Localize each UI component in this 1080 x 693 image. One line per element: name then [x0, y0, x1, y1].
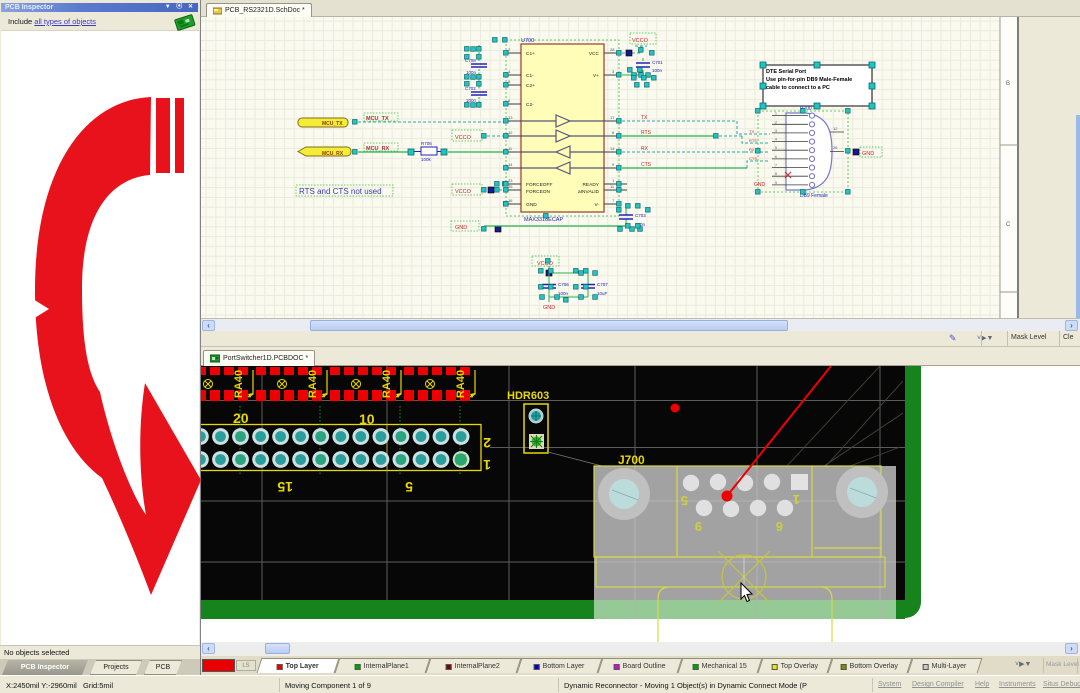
svg-text:VCC: VCC — [589, 51, 600, 57]
svg-text:FORCEON: FORCEON — [526, 189, 551, 195]
svg-text:RX: RX — [641, 146, 649, 152]
svg-text:4: 4 — [775, 138, 777, 142]
svg-text:RTS: RTS — [641, 130, 652, 136]
svg-text:25: 25 — [508, 184, 513, 189]
svg-text:HDR603: HDR603 — [507, 390, 549, 402]
svg-text:MCU_RX: MCU_RX — [366, 146, 390, 152]
svg-text:V-: V- — [594, 202, 599, 208]
svg-text:RA40: RA40 — [381, 370, 393, 398]
svg-text:C703: C703 — [635, 213, 646, 218]
svg-text:28: 28 — [610, 47, 615, 52]
svg-text:12: 12 — [508, 130, 513, 135]
svg-text:15: 15 — [277, 479, 293, 495]
svg-text:1: 1 — [793, 492, 800, 507]
svg-text:CTS: CTS — [749, 156, 757, 161]
svg-text:TX: TX — [749, 129, 754, 134]
svg-text:14: 14 — [508, 162, 513, 167]
svg-text:10uF: 10uF — [597, 291, 608, 296]
svg-text:2: 2 — [483, 435, 491, 451]
svg-text:9: 9 — [695, 519, 702, 534]
svg-text:10: 10 — [359, 411, 375, 427]
svg-text:MCU_TX: MCU_TX — [322, 121, 343, 127]
svg-text:9: 9 — [775, 181, 777, 185]
svg-text:B: B — [1006, 81, 1010, 87]
svg-text:FORCEOFF: FORCEOFF — [526, 182, 552, 188]
svg-text:RA40: RA40 — [233, 370, 245, 398]
svg-text:R706: R706 — [421, 141, 432, 146]
svg-text:8: 8 — [775, 172, 777, 176]
svg-text:READY: READY — [582, 182, 599, 188]
svg-text:aINVALID: aINVALID — [578, 189, 600, 195]
svg-text:VCCO: VCCO — [455, 135, 472, 141]
svg-text:26: 26 — [833, 145, 838, 150]
svg-text:RTS: RTS — [749, 138, 757, 143]
svg-text:RTS and CTS not used: RTS and CTS not used — [299, 187, 382, 196]
svg-text:5: 5 — [775, 146, 777, 150]
svg-text:J700: J700 — [618, 453, 645, 467]
svg-text:100k: 100k — [421, 157, 432, 162]
svg-text:C706: C706 — [558, 282, 569, 287]
svg-text:RX: RX — [749, 147, 755, 152]
svg-text:6: 6 — [776, 519, 783, 534]
svg-text:MCU_RX: MCU_RX — [322, 151, 344, 157]
svg-text:GND: GND — [862, 151, 874, 157]
svg-text:C1+: C1+ — [526, 51, 535, 57]
svg-text:CTS: CTS — [641, 162, 652, 168]
svg-text:13: 13 — [508, 115, 513, 120]
svg-text:TX: TX — [641, 115, 648, 121]
svg-text:7: 7 — [775, 164, 777, 168]
svg-text:C707: C707 — [597, 282, 608, 287]
svg-text:RA40: RA40 — [455, 370, 467, 398]
svg-text:GND: GND — [455, 225, 467, 231]
svg-text:C2+: C2+ — [526, 83, 535, 89]
svg-text:V+: V+ — [593, 73, 599, 79]
svg-text:U700: U700 — [521, 38, 534, 44]
svg-text:100n: 100n — [652, 68, 663, 73]
svg-text:DTE Serial Port: DTE Serial Port — [766, 69, 806, 75]
svg-text:5: 5 — [681, 493, 688, 508]
svg-text:16: 16 — [508, 198, 513, 203]
svg-text:C: C — [1006, 222, 1011, 228]
svg-text:23: 23 — [508, 178, 513, 183]
svg-text:5: 5 — [405, 479, 413, 495]
svg-text:C2-: C2- — [526, 102, 534, 108]
svg-text:C702: C702 — [465, 86, 476, 91]
svg-text:17: 17 — [610, 115, 615, 120]
svg-text:C701: C701 — [652, 60, 663, 65]
svg-text:1: 1 — [483, 457, 491, 473]
svg-text:MCU_TX: MCU_TX — [366, 116, 389, 122]
svg-text:20: 20 — [233, 410, 249, 426]
svg-text:cable to connect to a PC: cable to connect to a PC — [766, 85, 830, 91]
svg-text:C1-: C1- — [526, 73, 534, 79]
svg-text:Use pin-for-pin DB9 Male-Femal: Use pin-for-pin DB9 Male-Female — [766, 77, 852, 83]
svg-text:GND: GND — [526, 202, 537, 208]
svg-text:12: 12 — [833, 126, 838, 131]
svg-text:6: 6 — [775, 155, 777, 159]
svg-text:GND: GND — [543, 305, 555, 311]
svg-text:14: 14 — [610, 146, 615, 151]
svg-text:VCCO: VCCO — [455, 189, 472, 195]
svg-text:GND: GND — [754, 182, 766, 188]
svg-text:3: 3 — [775, 129, 777, 133]
svg-text:2: 2 — [775, 120, 777, 124]
svg-text:RA40: RA40 — [307, 370, 319, 398]
svg-text:VCCO: VCCO — [632, 38, 649, 44]
svg-text:1: 1 — [775, 112, 777, 116]
